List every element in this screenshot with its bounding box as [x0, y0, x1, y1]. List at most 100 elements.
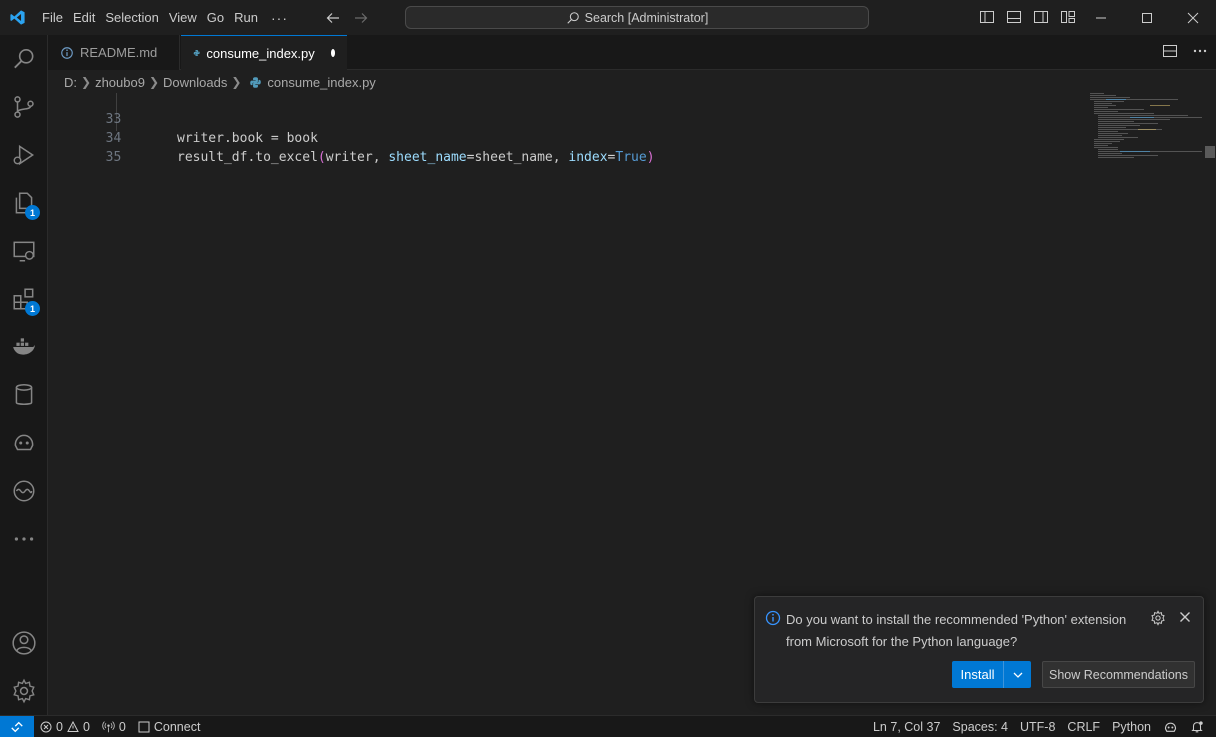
breadcrumb-item[interactable]: consume_index.py — [267, 75, 375, 90]
explorer-files-icon[interactable]: 1 — [0, 179, 48, 227]
extensions-badge: 1 — [25, 301, 40, 316]
language-mode[interactable]: Python — [1106, 716, 1157, 737]
chevron-down-icon[interactable] — [1004, 661, 1031, 688]
notifications-bell-icon[interactable] — [1184, 716, 1210, 737]
extensions-icon[interactable]: 1 — [0, 275, 48, 323]
chevron-right-icon: ❯ — [231, 75, 242, 89]
indentation[interactable]: Spaces: 4 — [946, 716, 1014, 737]
remote-indicator-icon[interactable] — [0, 715, 34, 737]
show-recommendations-button[interactable]: Show Recommendations — [1042, 661, 1195, 688]
more-actions-icon[interactable] — [1192, 43, 1208, 62]
warning-count: 0 — [82, 719, 90, 734]
chevron-right-icon: ❯ — [148, 75, 160, 89]
run-debug-icon[interactable] — [0, 131, 48, 179]
code-token: book — [286, 131, 318, 146]
toggle-primary-sidebar-icon[interactable] — [978, 8, 996, 26]
code-token: ) — [646, 150, 655, 165]
menu-go[interactable]: Go — [202, 7, 229, 29]
breadcrumb: D: ❯ zhoubo9 ❯ Downloads ❯ consume_index… — [48, 71, 1216, 93]
ports-count: 0 — [118, 719, 126, 734]
toggle-panel-icon[interactable] — [1005, 8, 1023, 26]
accounts-icon[interactable] — [0, 619, 48, 667]
code-token: .to_excel — [247, 150, 318, 165]
code-token: result_df — [177, 150, 248, 165]
tab-consume-index[interactable]: consume_index.py — [181, 35, 347, 70]
menu-selection[interactable]: Selection — [100, 7, 163, 29]
tab-readme[interactable]: README.md — [48, 35, 180, 70]
code-line[interactable]: 34 result_df.to_excel(writer, sheet_name… — [48, 110, 655, 165]
encoding[interactable]: UTF-8 — [1014, 716, 1061, 737]
code-token: sheet_name — [474, 150, 553, 165]
chevron-right-icon: ❯ — [81, 75, 92, 89]
menu-more-button[interactable]: ··· — [263, 10, 296, 26]
toggle-secondary-sidebar-icon[interactable] — [1032, 8, 1050, 26]
command-center-search[interactable]: Search [Administrator] — [405, 6, 869, 29]
install-button-group: Install — [952, 661, 1031, 688]
code-line[interactable]: 35 — [48, 129, 122, 165]
minimap[interactable] — [1090, 93, 1202, 163]
back-arrow-icon[interactable] — [324, 9, 342, 27]
python-icon — [250, 76, 262, 88]
code-token: .book = — [223, 131, 287, 146]
breadcrumb-item[interactable]: zhoubo9 — [95, 75, 145, 90]
scrollbar-thumb[interactable] — [1205, 146, 1215, 158]
notification-toast: Do you want to install the recommended '… — [754, 596, 1204, 703]
problems-indicator[interactable]: 0 0 — [34, 716, 96, 737]
code-token: , — [372, 150, 389, 165]
error-count: 0 — [56, 719, 63, 734]
code-token: ( — [317, 150, 326, 165]
activity-bar: 1 1 — [0, 35, 48, 715]
end-of-line[interactable]: CRLF — [1061, 716, 1106, 737]
copilot-status-icon[interactable] — [1157, 716, 1184, 737]
close-window-icon[interactable] — [1170, 0, 1216, 35]
settings-gear-icon[interactable] — [0, 667, 48, 715]
timeline-wave-icon[interactable] — [0, 467, 48, 515]
install-button[interactable]: Install — [952, 661, 1004, 688]
title-bar: File Edit Selection View Go Run ··· Sear… — [0, 0, 1216, 35]
copilot-icon[interactable] — [0, 419, 48, 467]
close-icon[interactable] — [1178, 610, 1192, 627]
line-number: 35 — [105, 150, 122, 165]
menu-view[interactable]: View — [164, 7, 202, 29]
python-icon — [193, 50, 200, 56]
code-token: , — [552, 150, 569, 165]
tab-label: README.md — [80, 45, 158, 60]
split-editor-icon[interactable] — [1162, 43, 1178, 62]
remote-explorer-icon[interactable] — [0, 227, 48, 275]
breadcrumb-item[interactable]: Downloads — [163, 75, 227, 90]
plug-icon — [138, 721, 150, 732]
forward-arrow-icon[interactable] — [352, 9, 370, 27]
menu-run[interactable]: Run — [229, 7, 263, 29]
code-token: sheet_name — [388, 150, 467, 165]
gear-icon[interactable] — [1150, 610, 1166, 629]
connect-button[interactable]: Connect — [132, 716, 207, 737]
customize-layout-icon[interactable] — [1059, 8, 1077, 26]
tab-label: consume_index.py — [206, 45, 315, 61]
minimize-icon[interactable] — [1078, 0, 1124, 35]
menu-file[interactable]: File — [37, 7, 68, 29]
connect-label: Connect — [153, 719, 201, 734]
warning-icon — [67, 720, 79, 732]
info-icon — [765, 610, 781, 629]
more-views-icon[interactable] — [0, 515, 48, 563]
menu-edit[interactable]: Edit — [68, 7, 100, 29]
source-control-icon[interactable] — [0, 83, 48, 131]
ports-indicator[interactable]: 0 — [96, 716, 132, 737]
docker-icon[interactable] — [0, 323, 48, 371]
breadcrumb-item[interactable]: D: — [64, 75, 77, 90]
database-icon[interactable] — [0, 371, 48, 419]
error-icon — [40, 721, 52, 732]
menu-bar: File Edit Selection View Go Run ··· — [37, 7, 296, 29]
status-bar: 0 0 0 Connect Ln 7, Col 37 Spaces: 4 UTF… — [0, 715, 1216, 737]
vscode-logo-icon — [0, 0, 35, 35]
search-view-icon[interactable] — [0, 35, 48, 83]
explorer-badge: 1 — [25, 205, 40, 220]
code-token: index — [568, 150, 608, 165]
cursor-position[interactable]: Ln 7, Col 37 — [867, 716, 946, 737]
unsaved-dot-icon[interactable] — [330, 49, 335, 57]
code-token: writer — [177, 131, 224, 146]
code-line[interactable]: 33 writer.book = book — [48, 91, 318, 146]
maximize-icon[interactable] — [1124, 0, 1170, 35]
search-label: Search [Administrator] — [584, 10, 709, 25]
notification-message: Do you want to install the recommended '… — [786, 612, 1127, 649]
